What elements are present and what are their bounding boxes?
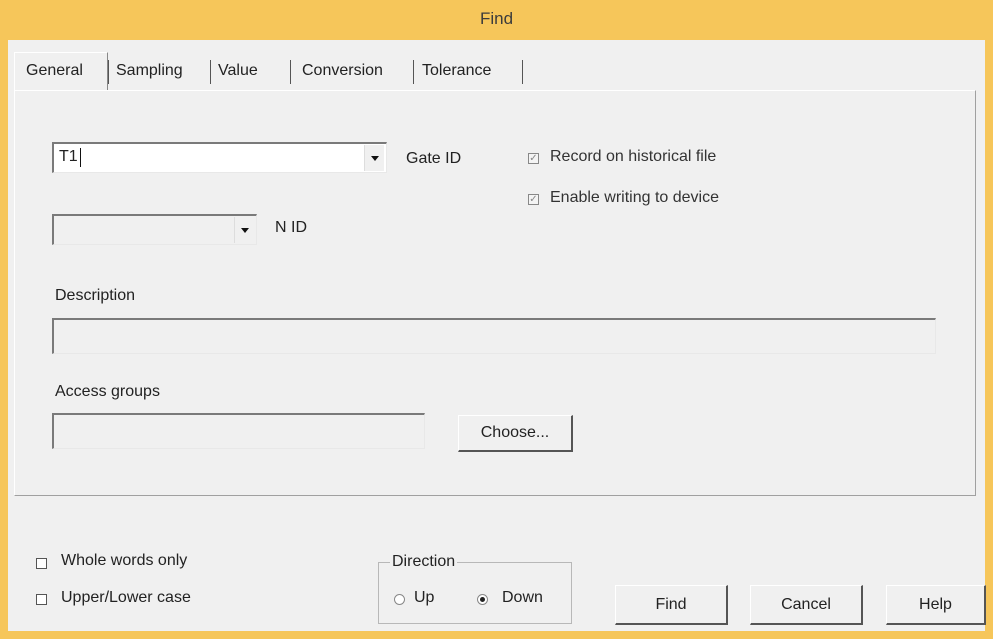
radio-selected-dot xyxy=(480,597,485,602)
record-historical-checkbox[interactable]: ✓ xyxy=(528,153,539,164)
gate-id-combo[interactable]: T1 xyxy=(52,142,387,173)
access-groups-field[interactable] xyxy=(52,413,425,449)
tab-separator xyxy=(413,60,414,84)
access-groups-label: Access groups xyxy=(55,383,160,400)
chevron-down-icon xyxy=(370,155,379,161)
upper-lower-case-checkbox[interactable] xyxy=(36,594,47,605)
tab-general[interactable]: General xyxy=(22,55,87,87)
tab-separator xyxy=(210,60,211,84)
tab-separator xyxy=(522,60,523,84)
chevron-down-icon xyxy=(240,227,249,233)
direction-down-radio[interactable] xyxy=(477,594,488,605)
direction-legend: Direction xyxy=(390,553,458,571)
record-historical-label: Record on historical file xyxy=(550,148,717,165)
description-field[interactable] xyxy=(52,318,936,354)
choose-button[interactable]: Choose... xyxy=(458,415,573,452)
gate-id-label: Gate ID xyxy=(406,150,462,167)
description-label: Description xyxy=(55,287,136,304)
tab-separator xyxy=(108,60,109,84)
enable-writing-checkbox[interactable]: ✓ xyxy=(528,194,539,205)
whole-words-label: Whole words only xyxy=(61,552,188,569)
n-id-label: N ID xyxy=(275,219,307,236)
gate-id-dropdown-button[interactable] xyxy=(364,145,384,171)
direction-up-radio[interactable] xyxy=(394,594,405,605)
tab-conversion[interactable]: Conversion xyxy=(298,55,387,87)
tab-separator xyxy=(290,60,291,84)
tab-value[interactable]: Value xyxy=(214,55,262,87)
help-button[interactable]: Help xyxy=(886,585,986,625)
n-id-combo[interactable] xyxy=(52,214,257,245)
window-title: Find xyxy=(479,9,514,28)
cancel-button[interactable]: Cancel xyxy=(750,585,863,625)
gate-id-value: T1 xyxy=(59,148,78,165)
upper-lower-case-label: Upper/Lower case xyxy=(61,589,191,606)
direction-up-label: Up xyxy=(414,589,435,606)
whole-words-checkbox[interactable] xyxy=(36,558,47,569)
text-cursor xyxy=(80,148,81,167)
find-button[interactable]: Find xyxy=(615,585,728,625)
direction-down-label: Down xyxy=(502,589,543,606)
tab-tolerance[interactable]: Tolerance xyxy=(418,55,495,87)
tab-sampling[interactable]: Sampling xyxy=(112,55,187,87)
n-id-dropdown-button[interactable] xyxy=(234,217,254,243)
enable-writing-label: Enable writing to device xyxy=(550,189,719,206)
